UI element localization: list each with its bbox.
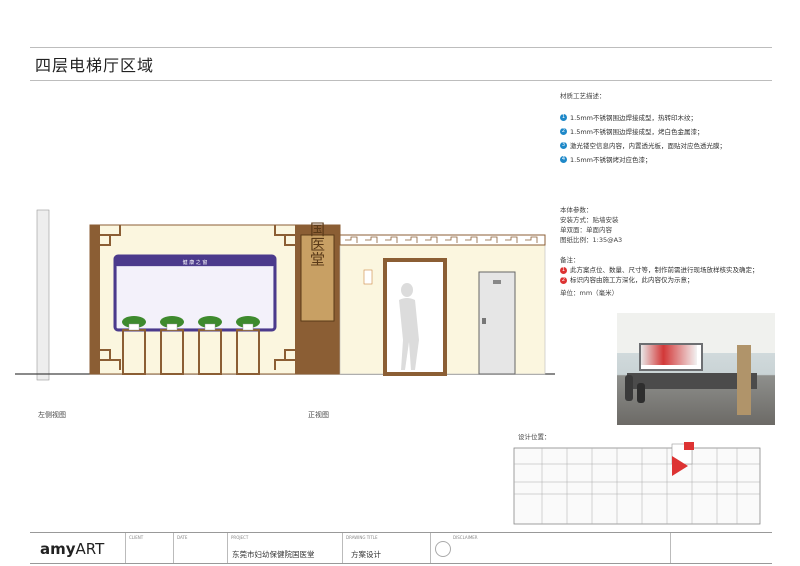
- materials-panel: 材质工艺描述： 1 1.5mm不锈钢围边焊接成型，热转印木纹； 2 1.5mm不锈钢围…: [560, 90, 780, 164]
- params-line-3: 图纸比例：1:35@A3: [560, 236, 623, 244]
- drawing-cell: DRAWING TITLE 方案设计: [342, 533, 431, 563]
- params-panel: 本体参数： 安装方式：贴墙安装 单双面：单面内容 图纸比例：1:35@A3: [560, 205, 780, 245]
- params-heading: 本体参数：: [560, 206, 593, 214]
- materials-heading: 材质工艺描述：: [560, 92, 606, 100]
- material-item: 2 1.5mm不锈钢围边焊接成型，烤白色金属漆；: [560, 126, 780, 136]
- unit-note: 单位：mm（毫米）: [560, 289, 619, 297]
- client-cell: CLIENT: [125, 533, 174, 563]
- material-text: 1.5mm不锈钢围边焊接成型，热转印木纹；: [570, 114, 698, 122]
- material-number-badge: 1: [560, 113, 567, 121]
- note-item: 2 标识内容由施工方深化，此内容仅为示意；: [560, 275, 790, 285]
- disclaimer-cell: DISCLAIMER: [430, 533, 671, 563]
- note-text: 此方案点位、数量、尺寸等，制作前需进行现场放样核实及确定；: [570, 266, 759, 274]
- left-view-label: 左侧视图: [38, 411, 66, 419]
- notes-heading: 备注：: [560, 256, 580, 264]
- title-block: amyART CLIENT DATE PROJECT 东莞市妇幼保健院国医堂 DR…: [30, 532, 772, 564]
- material-number-badge: 2: [560, 127, 567, 135]
- note-text: 标识内容由施工方深化，此内容仅为示意；: [570, 276, 694, 284]
- materials-list: 1 1.5mm不锈钢围边焊接成型，热转印木纹； 2 1.5mm不锈钢围边焊接成型，烤白…: [560, 112, 780, 164]
- page-title: 四层电梯厅区域: [35, 56, 155, 75]
- material-item: 1 1.5mm不锈钢围边焊接成型，热转印木纹；: [560, 112, 780, 122]
- title-bottom-rule: [30, 80, 772, 81]
- material-text: 1.5mm不锈钢围边焊接成型，烤白色金属漆；: [570, 128, 704, 136]
- material-number-badge: 3: [560, 141, 567, 149]
- project-cell: PROJECT 东莞市妇幼保健院国医堂: [227, 533, 343, 563]
- front-view-label: 正视图: [308, 411, 329, 419]
- board-title: 健 康 之 窗: [183, 259, 208, 266]
- copyright-icon: [435, 541, 451, 557]
- material-item: 4 1.5mm不锈钢烤对应色漆；: [560, 154, 780, 164]
- title-top-rule: [30, 47, 772, 48]
- floor-plan: [513, 442, 761, 525]
- elevation-drawing: 健 康 之 窗 国医堂: [15, 209, 555, 381]
- date-cell: DATE: [173, 533, 228, 563]
- material-number-badge: 4: [560, 155, 567, 163]
- notes-panel: 备注： 1 此方案点位、数量、尺寸等，制作前需进行现场放样核实及确定； 2 标识内容…: [560, 255, 790, 298]
- layout-label: 设计位置：: [518, 433, 551, 441]
- address-cell: [670, 533, 773, 563]
- note-item: 1 此方案点位、数量、尺寸等，制作前需进行现场放样核实及确定；: [560, 265, 790, 275]
- material-item: 3 激光镂空信息内容，内置透光板，面贴对应色透光膜；: [560, 140, 780, 150]
- company-logo: amyART: [40, 540, 105, 558]
- params-line-1: 安装方式：贴墙安装: [560, 216, 619, 224]
- note-number-badge: 1: [560, 266, 567, 274]
- sign-text: 国医堂: [308, 222, 326, 267]
- note-number-badge: 2: [560, 276, 567, 284]
- material-text: 1.5mm不锈钢烤对应色漆；: [570, 156, 652, 164]
- material-text: 激光镂空信息内容，内置透光板，面贴对应色透光膜；: [570, 142, 726, 150]
- site-photo: [617, 313, 775, 425]
- left-side-view: [36, 209, 50, 381]
- params-line-2: 单双面：单面内容: [560, 226, 612, 234]
